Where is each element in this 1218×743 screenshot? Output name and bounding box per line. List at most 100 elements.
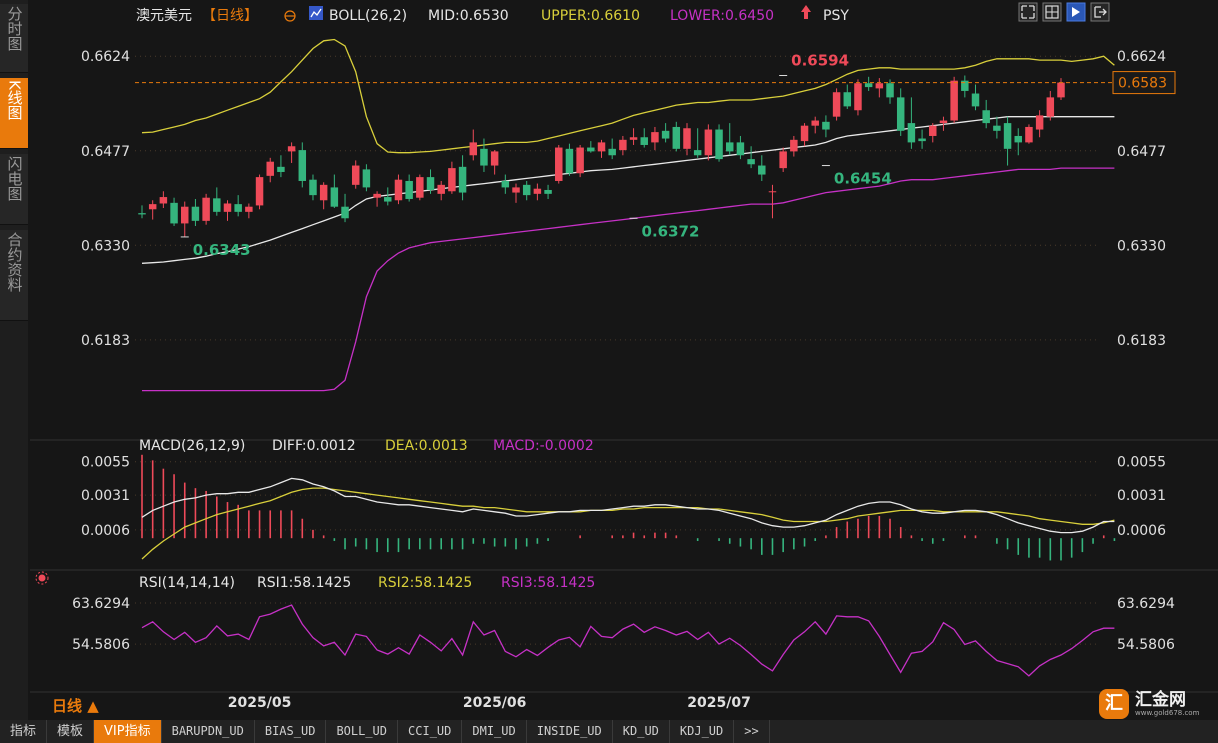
tab-dmi[interactable]: DMI_UD — [462, 720, 527, 743]
candle-body — [822, 121, 830, 130]
period-tag[interactable]: 【日线】 — [202, 8, 258, 24]
rsi-line — [141, 604, 1115, 677]
candle-body — [608, 148, 616, 156]
chart-canvas: 澳元美元 【日线】 BOLL(26,2) MID:0.6530 UPPER:0.… — [30, 2, 1218, 711]
tab-kline[interactable]: K线图 — [0, 78, 28, 149]
tab-barupdn[interactable]: BARUPDN_UD — [162, 720, 255, 743]
candle — [843, 84, 852, 109]
candle — [587, 141, 595, 153]
rsi1-value: RSI1:58.1425 — [257, 575, 351, 591]
dea-line — [141, 487, 1115, 560]
candle-body — [394, 179, 403, 201]
candle-body — [715, 129, 723, 160]
candle — [950, 76, 958, 124]
boll-lower-line — [142, 167, 1115, 392]
symbol-name: 澳元美元 — [136, 8, 192, 24]
tab-flash[interactable]: 闪电图 — [0, 154, 28, 225]
candle-body — [373, 193, 381, 198]
tab-kdj[interactable]: KDJ_UD — [670, 720, 735, 743]
tab-cci[interactable]: CCI_UD — [398, 720, 463, 743]
tab-time-share[interactable]: 分时图 — [0, 4, 28, 73]
tab-contract-info[interactable]: 合约资料 — [0, 230, 28, 321]
candle — [747, 146, 755, 169]
tab-boll[interactable]: BOLL_UD — [326, 720, 399, 743]
candle-body — [747, 159, 755, 165]
exit-icon[interactable] — [1090, 2, 1110, 22]
tab-kd[interactable]: KD_UD — [613, 720, 670, 743]
arrow-up-icon[interactable] — [801, 5, 811, 19]
macd-ytick-right: 0.0006 — [1117, 523, 1166, 539]
candle-body — [896, 97, 905, 131]
candle — [811, 116, 819, 134]
candle — [330, 174, 339, 208]
period-selector[interactable]: 日线 ▲ — [52, 695, 99, 716]
rsi-ytick-left: 63.6294 — [72, 596, 130, 612]
tab-bias[interactable]: BIAS_UD — [255, 720, 327, 743]
fullscreen-icon[interactable] — [1018, 2, 1038, 22]
boll-chart-icon[interactable] — [309, 6, 323, 20]
candle-body — [480, 148, 488, 166]
candle-body — [1035, 115, 1044, 130]
candle-body — [148, 204, 157, 210]
candle — [875, 78, 884, 98]
candle-body — [309, 179, 317, 196]
tab-indicators[interactable]: 指标 — [0, 720, 48, 743]
candle — [1046, 90, 1055, 121]
candle-body — [939, 120, 948, 124]
candle-body — [576, 147, 584, 174]
candle-body — [298, 150, 307, 181]
grid-layout-icon[interactable] — [1042, 2, 1062, 22]
candle — [555, 144, 563, 184]
candle — [191, 198, 200, 226]
crosshair-icon[interactable] — [284, 10, 296, 22]
price-ytick-right: 0.6477 — [1117, 144, 1166, 160]
candle-body — [255, 177, 264, 206]
candle-body — [929, 125, 937, 136]
candle — [629, 128, 638, 145]
candle-body — [202, 197, 210, 221]
boll-upper-line — [141, 38, 1115, 154]
candle — [501, 174, 510, 194]
candle-body — [1046, 97, 1055, 117]
candle-body — [587, 147, 595, 152]
macd-ytick-left: 0.0006 — [81, 523, 130, 539]
candle — [234, 195, 242, 217]
candle — [351, 160, 360, 189]
candle — [800, 123, 809, 147]
candle-body — [469, 142, 478, 156]
tab-more[interactable]: >> — [734, 720, 770, 743]
price-ytick-right: 0.6330 — [1117, 238, 1166, 254]
candle-body — [170, 202, 178, 224]
boll-upper-value: UPPER:0.6610 — [541, 8, 640, 24]
candle — [672, 121, 681, 152]
candle-body — [245, 206, 253, 212]
candle-body — [907, 123, 916, 143]
candle-body — [565, 148, 574, 174]
macd-diff-value: DIFF:0.0012 — [272, 438, 356, 454]
tab-vip-indicators[interactable]: VIP指标 — [94, 720, 162, 743]
play-panel-icon[interactable] — [1066, 2, 1086, 22]
tab-templates[interactable]: 模板 — [47, 720, 95, 743]
candle-body — [384, 197, 392, 202]
candle — [651, 126, 659, 151]
candle — [416, 174, 424, 201]
candle-body — [512, 187, 520, 193]
candle-body — [159, 197, 168, 204]
candle — [480, 138, 488, 172]
candle-body — [490, 151, 499, 166]
candle — [159, 191, 168, 208]
candle — [715, 124, 723, 162]
candle-body — [213, 198, 221, 212]
boll-lower-value: LOWER:0.6450 — [670, 8, 774, 24]
macd-ytick-left: 0.0031 — [81, 488, 130, 504]
candle-body — [266, 161, 274, 176]
candle — [982, 99, 990, 129]
candle — [213, 187, 221, 216]
psy-label[interactable]: PSY — [823, 8, 849, 24]
candle-body — [362, 169, 371, 188]
settings-sun-icon[interactable] — [35, 571, 49, 585]
x-tick-label: 2025/05 — [228, 695, 292, 711]
tab-inside[interactable]: INSIDE_UD — [527, 720, 613, 743]
candle-body — [1003, 123, 1012, 149]
rsi-label: RSI(14,14,14) — [139, 575, 235, 591]
